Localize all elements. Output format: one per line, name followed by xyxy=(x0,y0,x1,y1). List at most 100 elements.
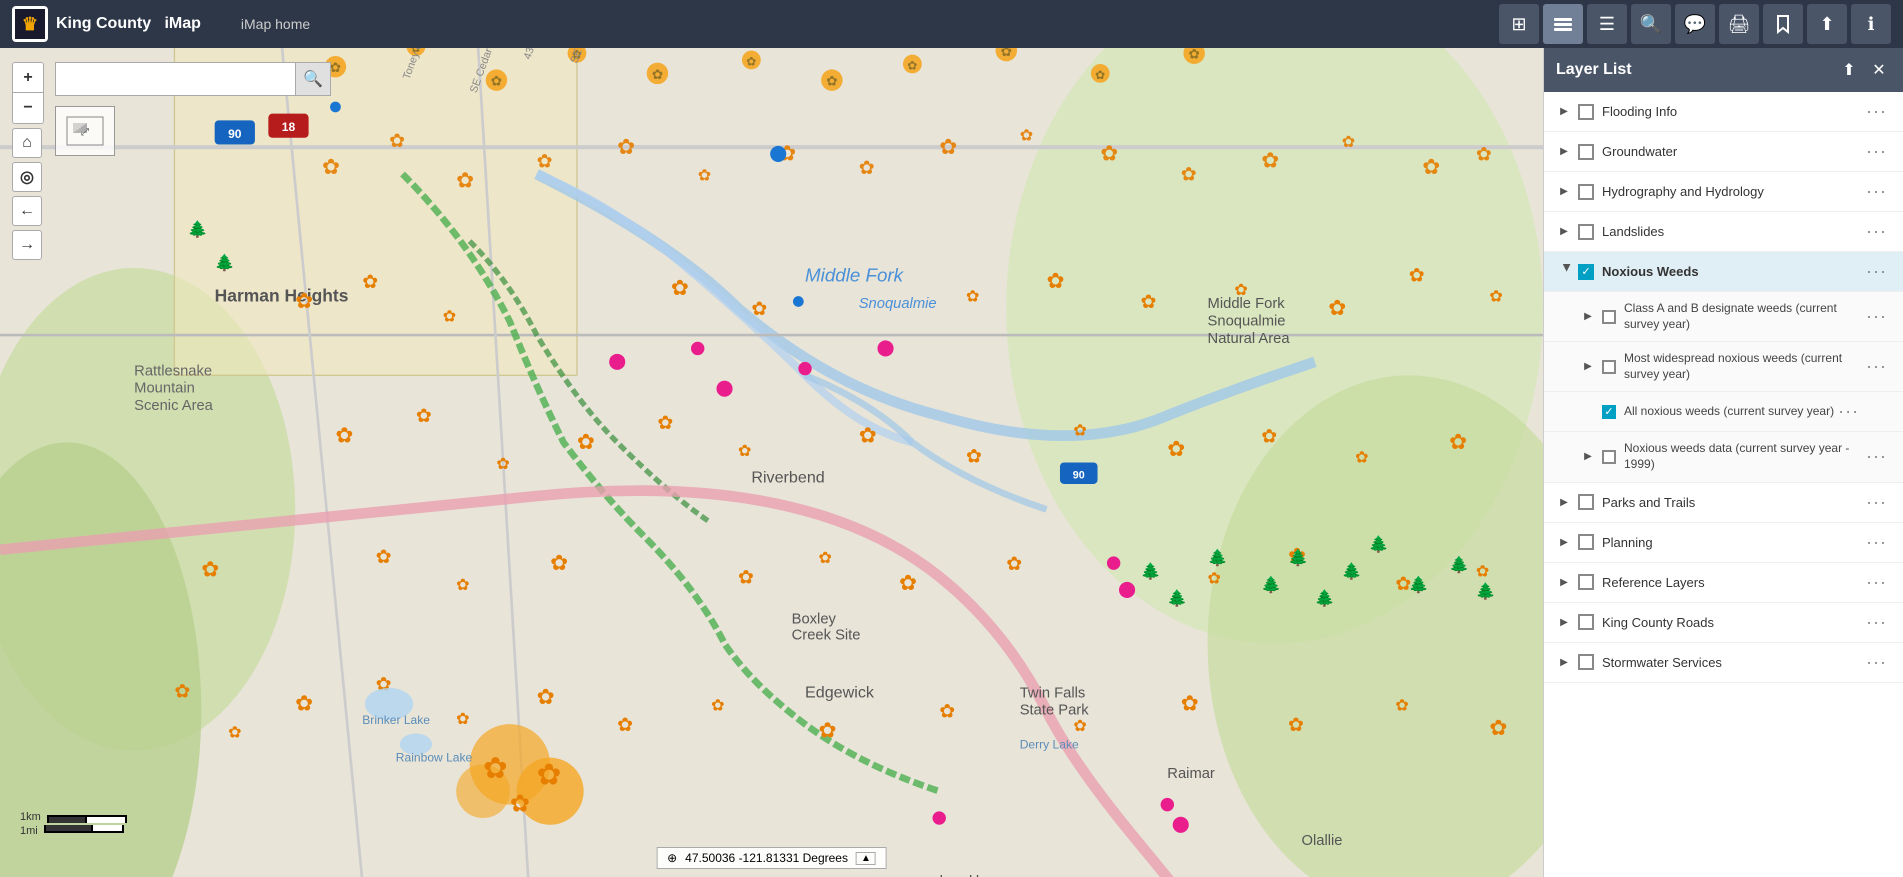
layer-item-roads[interactable]: ▶ King County Roads ··· xyxy=(1544,603,1903,643)
layer-checkbox-planning[interactable] xyxy=(1578,534,1594,550)
layer-more-roads[interactable]: ··· xyxy=(1862,612,1891,633)
svg-text:🌲: 🌲 xyxy=(188,219,208,238)
layer-more-hydro[interactable]: ··· xyxy=(1862,181,1891,202)
svg-text:Olallie: Olallie xyxy=(1301,833,1342,849)
layer-checkbox-parks[interactable] xyxy=(1578,494,1594,510)
svg-text:✿: ✿ xyxy=(201,558,219,582)
layer-item-noxious[interactable]: ▶ Noxious Weeds ··· xyxy=(1544,252,1903,292)
svg-text:✿: ✿ xyxy=(652,67,663,82)
layer-more-class-ab[interactable]: ··· xyxy=(1862,306,1891,327)
search-input[interactable] xyxy=(55,62,295,96)
layer-more-reference[interactable]: ··· xyxy=(1862,572,1891,593)
zoom-out-button[interactable]: − xyxy=(13,93,43,123)
layer-item-widespread[interactable]: ▶ Most widespread noxious weeds (current… xyxy=(1544,342,1903,392)
layer-checkbox-roads[interactable] xyxy=(1578,614,1594,630)
svg-text:✿: ✿ xyxy=(1100,142,1118,166)
svg-text:✿: ✿ xyxy=(443,308,456,326)
layer-more-landslides[interactable]: ··· xyxy=(1862,221,1891,242)
scale-bar: 1km 1mi xyxy=(20,811,127,837)
layers-button[interactable] xyxy=(1543,4,1583,44)
svg-text:✿: ✿ xyxy=(330,60,341,75)
layer-item-reference[interactable]: ▶ Reference Layers ··· xyxy=(1544,563,1903,603)
layer-item-stormwater[interactable]: ▶ Stormwater Services ··· xyxy=(1544,643,1903,683)
coordinates-toggle-button[interactable]: ▲ xyxy=(856,852,876,865)
svg-text:Creek Site: Creek Site xyxy=(792,628,861,644)
home-button[interactable]: ⌂ xyxy=(12,128,42,158)
layer-toggle-roads: ▶ xyxy=(1556,614,1572,630)
svg-text:✿: ✿ xyxy=(322,155,340,179)
layer-more-planning[interactable]: ··· xyxy=(1862,532,1891,553)
layer-checkbox-reference[interactable] xyxy=(1578,574,1594,590)
chat-button[interactable]: 💬 xyxy=(1675,4,1715,44)
layer-item-planning[interactable]: ▶ Planning ··· xyxy=(1544,523,1903,563)
layer-more-weeds-data[interactable]: ··· xyxy=(1862,446,1891,467)
map-canvas: 90 18 Harman Heights Rattlesnake Mountai… xyxy=(0,48,1543,877)
layer-more-noxious[interactable]: ··· xyxy=(1862,261,1891,282)
svg-text:✿: ✿ xyxy=(711,697,725,715)
svg-text:🌲: 🌲 xyxy=(1476,582,1496,601)
search-submit-button[interactable]: 🔍 xyxy=(295,62,331,96)
svg-text:✿: ✿ xyxy=(939,700,955,721)
svg-text:🌲: 🌲 xyxy=(1167,588,1187,607)
layer-checkbox-stormwater[interactable] xyxy=(1578,654,1594,670)
rotate-button[interactable]: ◎ xyxy=(12,162,42,192)
layer-checkbox-all-weeds[interactable] xyxy=(1602,405,1616,419)
layer-item-all-weeds[interactable]: ▶ All noxious weeds (current survey year… xyxy=(1544,392,1903,432)
scale-mi-label: 1mi xyxy=(20,825,38,837)
layer-checkbox-widespread[interactable] xyxy=(1602,360,1616,374)
svg-text:✿: ✿ xyxy=(1181,164,1197,185)
layer-checkbox-landslides[interactable] xyxy=(1578,224,1594,240)
layer-name-planning: Planning xyxy=(1602,535,1862,550)
back-button[interactable]: ← xyxy=(12,196,42,226)
layer-checkbox-hydro[interactable] xyxy=(1578,184,1594,200)
panel-collapse-button[interactable]: ⬆ xyxy=(1837,58,1861,82)
layer-name-all-weeds: All noxious weeds (current survey year) xyxy=(1624,404,1834,420)
svg-text:Middle Fork: Middle Fork xyxy=(805,264,905,285)
layer-more-parks[interactable]: ··· xyxy=(1862,492,1891,513)
svg-text:✿: ✿ xyxy=(738,442,752,460)
layer-checkbox-noxious[interactable] xyxy=(1578,264,1594,280)
layer-more-widespread[interactable]: ··· xyxy=(1862,356,1891,377)
svg-text:Snoqualmie: Snoqualmie xyxy=(1208,314,1286,330)
layer-item-weeds-data[interactable]: ▶ Noxious weeds data (current survey yea… xyxy=(1544,432,1903,482)
layer-name-groundwater: Groundwater xyxy=(1602,144,1862,159)
svg-text:✿: ✿ xyxy=(295,289,313,313)
layer-item-parks[interactable]: ▶ Parks and Trails ··· xyxy=(1544,483,1903,523)
layer-toggle-reference: ▶ xyxy=(1556,574,1572,590)
share-button[interactable]: ⬆ xyxy=(1807,4,1847,44)
grid-button[interactable]: ⊞ xyxy=(1499,4,1539,44)
layer-checkbox-weeds-data[interactable] xyxy=(1602,450,1616,464)
svg-text:✿: ✿ xyxy=(1167,437,1185,461)
zoom-in-button[interactable]: + xyxy=(13,63,43,93)
layer-item-landslides[interactable]: ▶ Landslides ··· xyxy=(1544,212,1903,252)
toolbar: ⊞ ☰ 🔍 💬 🖨 ⬆ ℹ xyxy=(1499,4,1891,44)
layer-item-flooding[interactable]: ▶ Flooding Info ··· xyxy=(1544,92,1903,132)
map-controls: + − ⌂ ◎ ← → xyxy=(12,62,44,260)
layer-item-groundwater[interactable]: ▶ Groundwater ··· xyxy=(1544,132,1903,172)
layer-more-all-weeds[interactable]: ··· xyxy=(1834,401,1863,422)
layer-more-stormwater[interactable]: ··· xyxy=(1862,652,1891,673)
info-button[interactable]: ℹ xyxy=(1851,4,1891,44)
svg-text:✿: ✿ xyxy=(617,714,633,735)
panel-close-button[interactable]: ✕ xyxy=(1867,58,1891,82)
layer-checkbox-class-ab[interactable] xyxy=(1602,310,1616,324)
layer-more-flooding[interactable]: ··· xyxy=(1862,101,1891,122)
layer-item-hydro[interactable]: ▶ Hydrography and Hydrology ··· xyxy=(1544,172,1903,212)
extent-box[interactable]: ⤢ xyxy=(55,106,115,156)
layer-checkbox-groundwater[interactable] xyxy=(1578,144,1594,160)
search-button[interactable]: 🔍 xyxy=(1631,4,1671,44)
crown-icon: ♛ xyxy=(22,14,38,35)
forward-button[interactable]: → xyxy=(12,230,42,260)
layer-checkbox-flooding[interactable] xyxy=(1578,104,1594,120)
svg-text:✿: ✿ xyxy=(335,423,353,447)
svg-text:✿: ✿ xyxy=(389,130,405,151)
map-area[interactable]: 90 18 Harman Heights Rattlesnake Mountai… xyxy=(0,48,1543,877)
bookmark-button[interactable] xyxy=(1763,4,1803,44)
list-button[interactable]: ☰ xyxy=(1587,4,1627,44)
imap-home-link[interactable]: iMap home xyxy=(241,16,310,32)
print-button[interactable]: 🖨 xyxy=(1719,4,1759,44)
layer-item-class-ab[interactable]: ▶ Class A and B designate weeds (current… xyxy=(1544,292,1903,342)
svg-text:✿: ✿ xyxy=(1489,716,1507,740)
layer-panel: Layer List ⬆ ✕ ▶ Flooding Info ··· ▶ Gro… xyxy=(1543,48,1903,877)
layer-more-groundwater[interactable]: ··· xyxy=(1862,141,1891,162)
